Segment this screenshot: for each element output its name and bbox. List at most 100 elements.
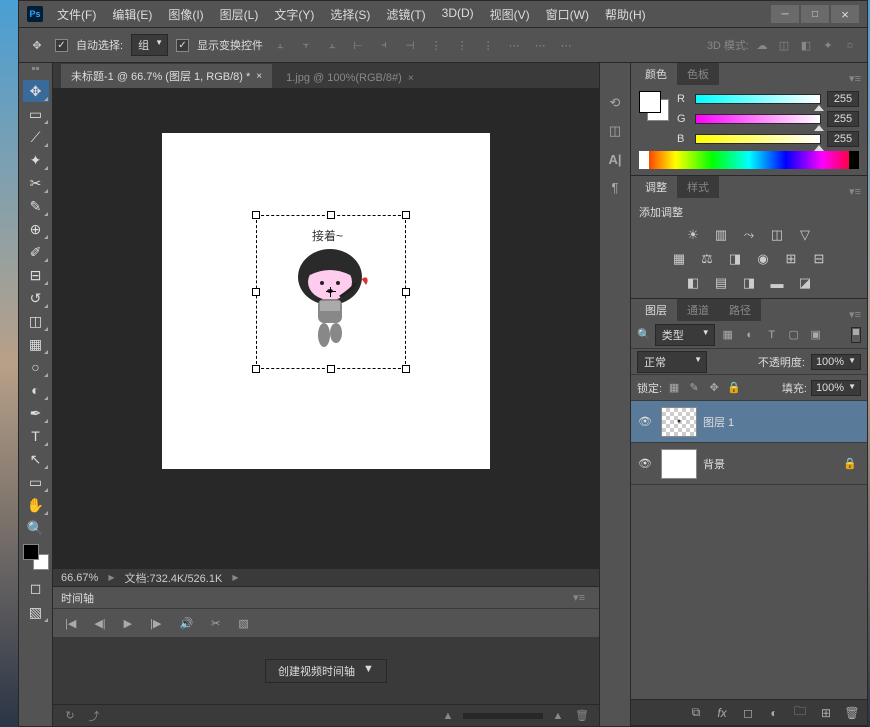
layer-fx-icon[interactable]: fx bbox=[713, 705, 731, 721]
align-right-icon[interactable]: ⊣ bbox=[401, 37, 419, 53]
gradient-tool[interactable]: ▦ bbox=[23, 333, 49, 355]
timeline-repeat-icon[interactable]: ↻ bbox=[61, 709, 79, 723]
blend-mode-dropdown[interactable]: 正常 bbox=[637, 351, 707, 373]
menu-filter[interactable]: 滤镜(T) bbox=[382, 4, 429, 25]
zoom-tool[interactable]: 🔍 bbox=[23, 517, 49, 539]
channels-tab[interactable]: 通道 bbox=[677, 299, 719, 321]
create-timeline-button[interactable]: 创建视频时间轴 ▼ bbox=[265, 659, 387, 683]
panel-fg-swatch[interactable] bbox=[639, 91, 661, 113]
type-tool[interactable]: T bbox=[23, 425, 49, 447]
transform-bounding-box[interactable] bbox=[256, 215, 406, 369]
document-tab-inactive[interactable]: 1.jpg @ 100%(RGB/8#) × bbox=[276, 68, 424, 88]
trash-icon[interactable]: 🗑 bbox=[573, 709, 591, 723]
transform-handle-bm[interactable] bbox=[327, 365, 335, 373]
menu-type[interactable]: 文字(Y) bbox=[270, 4, 318, 25]
hand-tool[interactable]: ✋ bbox=[23, 494, 49, 516]
adjustments-tab[interactable]: 调整 bbox=[635, 176, 677, 198]
next-frame-icon[interactable]: |▶ bbox=[146, 615, 165, 632]
color-tab[interactable]: 颜色 bbox=[635, 63, 677, 85]
new-layer-icon[interactable]: ⊞ bbox=[817, 705, 835, 721]
stamp-tool[interactable]: ⊟ bbox=[23, 264, 49, 286]
move-tool[interactable]: ✥ bbox=[23, 80, 49, 102]
3d-star-icon[interactable]: ✦ bbox=[819, 37, 837, 53]
transform-handle-bl[interactable] bbox=[252, 365, 260, 373]
layer-thumbnail[interactable]: ● bbox=[661, 407, 697, 437]
panel-menu-icon[interactable]: ▾≡ bbox=[843, 308, 867, 321]
split-icon[interactable]: ✂ bbox=[207, 615, 224, 632]
paragraph-panel-icon[interactable]: ¶ bbox=[604, 177, 626, 197]
menu-edit[interactable]: 编辑(E) bbox=[108, 4, 156, 25]
layer-mask-icon[interactable]: ◻ bbox=[739, 705, 757, 721]
distribute-bottom-icon[interactable]: ⋮ bbox=[479, 37, 497, 53]
hsl-icon[interactable]: ▦ bbox=[669, 250, 689, 268]
menu-view[interactable]: 视图(V) bbox=[486, 4, 534, 25]
visibility-toggle-icon[interactable]: 👁 bbox=[635, 415, 655, 428]
menu-3d[interactable]: 3D(D) bbox=[438, 4, 478, 25]
transform-handle-tr[interactable] bbox=[402, 211, 410, 219]
delete-layer-icon[interactable]: 🗑 bbox=[843, 705, 861, 721]
align-vcenter-icon[interactable]: ⫟ bbox=[297, 37, 315, 53]
r-value[interactable]: 255 bbox=[827, 91, 859, 107]
posterize-icon[interactable]: ▤ bbox=[711, 274, 731, 292]
paths-tab[interactable]: 路径 bbox=[719, 299, 761, 321]
character-panel-icon[interactable]: A| bbox=[604, 149, 626, 169]
crop-tool[interactable]: ✂ bbox=[23, 172, 49, 194]
threshold-icon[interactable]: ◨ bbox=[739, 274, 759, 292]
minimize-button[interactable]: ─ bbox=[771, 5, 799, 23]
menu-layer[interactable]: 图层(L) bbox=[216, 4, 263, 25]
history-panel-icon[interactable]: ⟲ bbox=[604, 93, 626, 113]
distribute-hcenter-icon[interactable]: ⋯ bbox=[531, 37, 549, 53]
bw-icon[interactable]: ◨ bbox=[725, 250, 745, 268]
audio-icon[interactable]: 🔊 bbox=[175, 615, 197, 632]
lock-position-icon[interactable]: ✥ bbox=[706, 380, 722, 396]
brush-tool[interactable]: ✐ bbox=[23, 241, 49, 263]
zoom-level[interactable]: 66.67% bbox=[61, 572, 98, 584]
filter-shape-icon[interactable]: ▢ bbox=[785, 326, 803, 344]
color-balance-icon[interactable]: ⚖ bbox=[697, 250, 717, 268]
status-disclosure-icon[interactable]: ▶ bbox=[108, 573, 114, 582]
auto-select-checkbox[interactable] bbox=[55, 39, 68, 52]
visibility-toggle-icon[interactable]: 👁 bbox=[635, 457, 655, 470]
adjustment-layer-icon[interactable]: ◐ bbox=[765, 705, 783, 721]
3d-light-icon[interactable]: ☼ bbox=[841, 37, 859, 53]
quick-mask-toggle[interactable]: ◻ ▧ bbox=[23, 577, 49, 623]
align-top-icon[interactable]: ⫠ bbox=[271, 37, 289, 53]
filter-adjust-icon[interactable]: ◐ bbox=[741, 326, 759, 344]
zoom-out-icon[interactable]: ▲ bbox=[439, 709, 457, 723]
menu-help[interactable]: 帮助(H) bbox=[601, 4, 650, 25]
layer-item[interactable]: 👁 背景 🔒 bbox=[631, 443, 867, 485]
r-slider[interactable] bbox=[695, 94, 821, 104]
show-transform-checkbox[interactable] bbox=[176, 39, 189, 52]
play-icon[interactable]: ▶ bbox=[120, 615, 136, 632]
filter-smart-icon[interactable]: ▣ bbox=[807, 326, 825, 344]
screen-mode-icon[interactable]: ▧ bbox=[23, 601, 49, 623]
selective-color-icon[interactable]: ◪ bbox=[795, 274, 815, 292]
b-slider[interactable] bbox=[695, 134, 821, 144]
3d-pan-icon[interactable]: ◫ bbox=[775, 37, 793, 53]
transform-handle-tl[interactable] bbox=[252, 211, 260, 219]
shape-tool[interactable]: ▭ bbox=[23, 471, 49, 493]
panel-menu-icon[interactable]: ▾≡ bbox=[843, 185, 867, 198]
menu-file[interactable]: 文件(F) bbox=[53, 4, 100, 25]
document-tab-active[interactable]: 未标题-1 @ 66.7% (图层 1, RGB/8) * × bbox=[61, 64, 272, 88]
link-layers-icon[interactable]: ⧉ bbox=[687, 705, 705, 721]
toolbox-grip[interactable] bbox=[22, 67, 50, 77]
canvas-viewport[interactable]: 接着~ bbox=[53, 89, 599, 568]
color-swatches[interactable] bbox=[23, 544, 49, 570]
transform-handle-br[interactable] bbox=[402, 365, 410, 373]
vibrance-icon[interactable]: ▽ bbox=[795, 226, 815, 244]
go-first-icon[interactable]: |◀ bbox=[61, 615, 80, 632]
chevron-down-icon[interactable]: ▼ bbox=[848, 356, 856, 368]
tab-close-icon[interactable]: × bbox=[408, 73, 414, 84]
align-left-icon[interactable]: ⊢ bbox=[349, 37, 367, 53]
wand-tool[interactable]: ✦ bbox=[23, 149, 49, 171]
lasso-tool[interactable]: ⟋ bbox=[23, 126, 49, 148]
timeline-zoom-slider[interactable] bbox=[463, 713, 543, 719]
eraser-tool[interactable]: ◫ bbox=[23, 310, 49, 332]
transition-icon[interactable]: ▧ bbox=[234, 615, 252, 632]
fill-input[interactable]: 100%▼ bbox=[811, 380, 861, 396]
transform-handle-tm[interactable] bbox=[327, 211, 335, 219]
chevron-down-icon[interactable]: ▼ bbox=[848, 382, 856, 394]
layers-tab[interactable]: 图层 bbox=[635, 299, 677, 321]
fg-color-swatch[interactable] bbox=[23, 544, 39, 560]
